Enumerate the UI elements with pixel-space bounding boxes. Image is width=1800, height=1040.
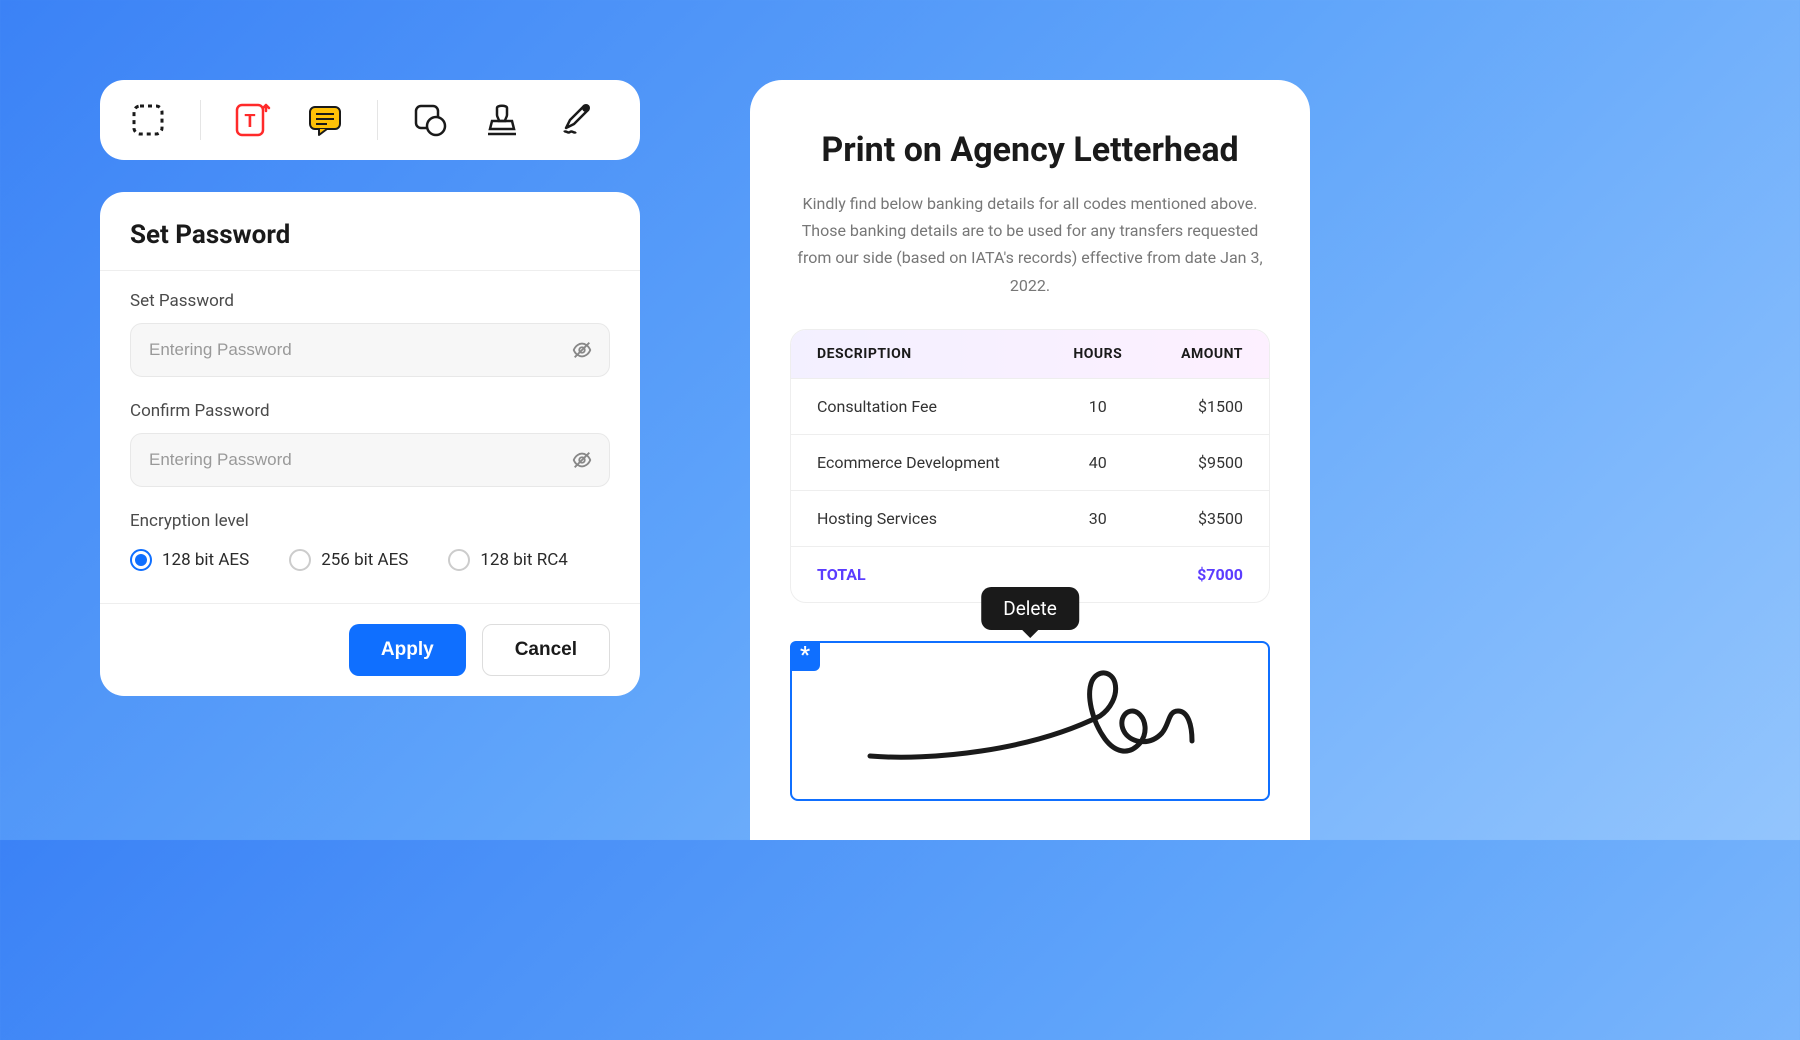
signature-pen-icon[interactable] (554, 100, 594, 140)
text-tool-icon[interactable]: T (233, 100, 273, 140)
total-label: TOTAL (817, 565, 1049, 584)
toolbar-divider (200, 100, 201, 140)
eye-off-icon[interactable] (571, 449, 593, 471)
document-title: Print on Agency Letterhead (790, 130, 1270, 170)
invoice-table: DESCRIPTION HOURS AMOUNT Consultation Fe… (790, 329, 1270, 603)
table-row: Ecommerce Development 40 $9500 (791, 434, 1269, 490)
document-preview: Print on Agency Letterhead Kindly find b… (750, 80, 1310, 840)
eye-off-icon[interactable] (571, 339, 593, 361)
delete-tooltip[interactable]: Delete (981, 587, 1079, 630)
signature-field[interactable]: Delete * (790, 641, 1270, 801)
toolbar-divider (377, 100, 378, 140)
required-asterisk-icon: * (790, 641, 820, 671)
set-password-label: Set Password (130, 291, 610, 311)
stamp-icon[interactable] (482, 100, 522, 140)
apply-button[interactable]: Apply (349, 624, 466, 676)
set-password-input[interactable] (149, 340, 559, 360)
signature-glyph (850, 661, 1210, 781)
radio-icon (130, 549, 152, 571)
encryption-level-label: Encryption level (130, 511, 610, 531)
encryption-option-256-aes[interactable]: 256 bit AES (289, 549, 408, 571)
image-shape-icon[interactable] (410, 100, 450, 140)
table-row: Hosting Services 30 $3500 (791, 490, 1269, 546)
confirm-password-label: Confirm Password (130, 401, 610, 421)
comment-icon[interactable] (305, 100, 345, 140)
set-password-panel: Set Password Set Password Confirm Passwo… (100, 192, 640, 696)
panel-title: Set Password (100, 192, 640, 271)
total-amount: $7000 (1146, 565, 1243, 584)
selection-icon[interactable] (128, 100, 168, 140)
encryption-option-128-aes[interactable]: 128 bit AES (130, 549, 249, 571)
radio-icon (289, 549, 311, 571)
document-intro: Kindly find below banking details for al… (790, 190, 1270, 299)
column-header-description: DESCRIPTION (817, 346, 1049, 362)
annotation-toolbar: T (100, 80, 640, 160)
column-header-hours: HOURS (1049, 346, 1146, 362)
svg-text:T: T (244, 111, 255, 132)
column-header-amount: AMOUNT (1146, 346, 1243, 362)
radio-icon (448, 549, 470, 571)
encryption-option-128-rc4[interactable]: 128 bit RC4 (448, 549, 567, 571)
confirm-password-input[interactable] (149, 450, 559, 470)
table-row: Consultation Fee 10 $1500 (791, 378, 1269, 434)
cancel-button[interactable]: Cancel (482, 624, 610, 676)
